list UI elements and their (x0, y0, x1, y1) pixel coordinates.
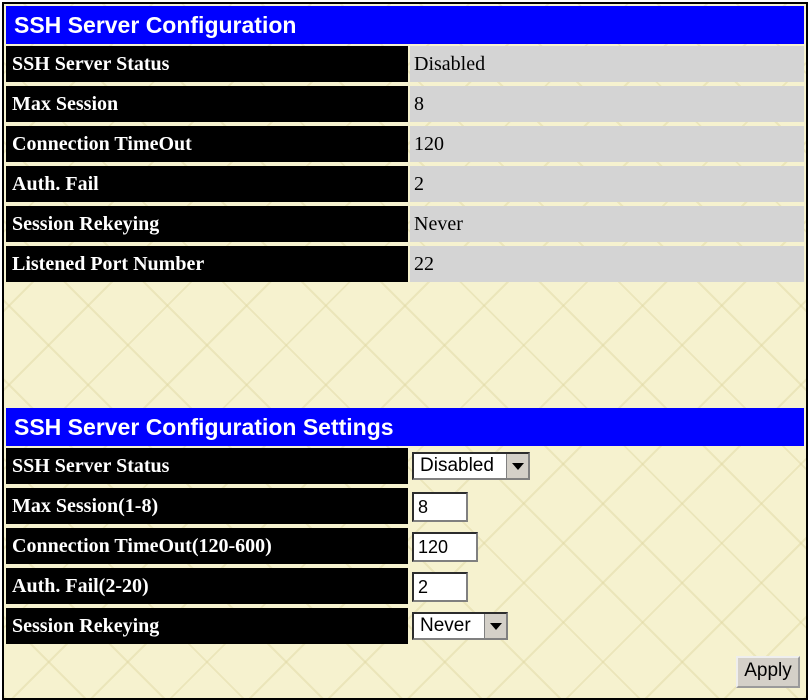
selected-option: Never (420, 615, 471, 636)
settings-value-cell: 2 (410, 568, 804, 604)
settings-row-session-rekeying: Session Rekeying Never (6, 608, 804, 646)
config-row-max-session: Max Session 8 (6, 86, 804, 124)
session-rekeying-select[interactable]: Never (412, 612, 508, 640)
max-session-input[interactable]: 8 (412, 492, 468, 522)
config-row-auth-fail: Auth. Fail 2 (6, 166, 804, 204)
settings-row-auth-fail: Auth. Fail(2-20) 2 (6, 568, 804, 606)
connection-timeout-input[interactable]: 120 (412, 532, 478, 562)
settings-label: Auth. Fail(2-20) (6, 568, 408, 604)
config-value: Never (410, 206, 804, 242)
settings-label: Session Rekeying (6, 608, 408, 644)
ssh-server-status-select[interactable]: Disabled (412, 452, 530, 480)
ssh-config-panel: SSH Server Configuration SSH Server Stat… (2, 2, 808, 700)
settings-value-cell: Never (410, 608, 804, 644)
config-label: Listened Port Number (6, 246, 408, 282)
config-row-connection-timeout: Connection TimeOut 120 (6, 126, 804, 164)
settings-section-title: SSH Server Configuration Settings (6, 408, 804, 446)
config-value: 2 (410, 166, 804, 202)
config-value: 120 (410, 126, 804, 162)
config-row-listened-port: Listened Port Number 22 (6, 246, 804, 284)
config-row-server-status: SSH Server Status Disabled (6, 46, 804, 84)
config-label: Session Rekeying (6, 206, 408, 242)
config-label: Max Session (6, 86, 408, 122)
config-value: 8 (410, 86, 804, 122)
settings-row-connection-timeout: Connection TimeOut(120-600) 120 (6, 528, 804, 566)
settings-label: SSH Server Status (6, 448, 408, 484)
config-label: Connection TimeOut (6, 126, 408, 162)
selected-option: Disabled (420, 455, 494, 476)
auth-fail-input[interactable]: 2 (412, 572, 468, 602)
settings-row-server-status: SSH Server Status Disabled (6, 448, 804, 486)
config-row-session-rekeying: Session Rekeying Never (6, 206, 804, 244)
settings-label: Connection TimeOut(120-600) (6, 528, 408, 564)
config-value: Disabled (410, 46, 804, 82)
chevron-down-icon[interactable] (484, 614, 506, 638)
apply-button[interactable]: Apply (736, 656, 800, 688)
config-section-title: SSH Server Configuration (6, 6, 804, 44)
config-value: 22 (410, 246, 804, 282)
config-label: SSH Server Status (6, 46, 408, 82)
settings-value-cell: 120 (410, 528, 804, 564)
config-label: Auth. Fail (6, 166, 408, 202)
settings-value-cell: Disabled (410, 448, 804, 484)
chevron-down-icon[interactable] (506, 454, 528, 478)
settings-label: Max Session(1-8) (6, 488, 408, 524)
settings-row-max-session: Max Session(1-8) 8 (6, 488, 804, 526)
settings-value-cell: 8 (410, 488, 804, 524)
